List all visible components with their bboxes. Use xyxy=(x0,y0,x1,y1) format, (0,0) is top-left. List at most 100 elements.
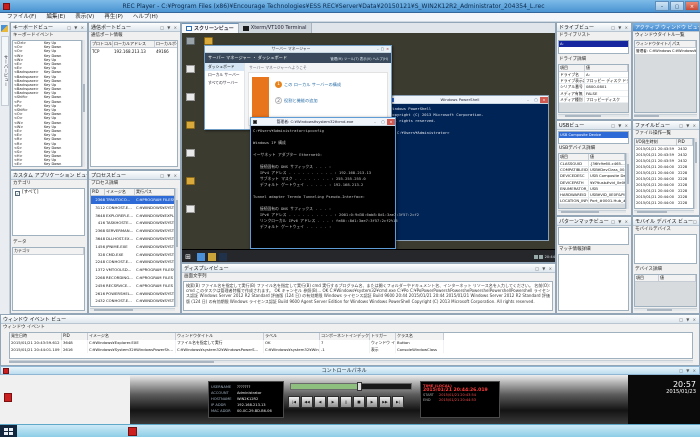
close-button[interactable]: × xyxy=(386,47,391,51)
comm-port-table[interactable]: プロトコル ローカルアドレス ローカルポート TCP192.168.213.13… xyxy=(90,40,178,167)
desktop-icon-recycle-bin[interactable] xyxy=(186,37,195,45)
scrollbar[interactable] xyxy=(634,308,697,311)
process-row[interactable]: 1372VMTOOLSD...C:¥PROGRAM FILES¥VM... xyxy=(91,266,174,274)
process-row[interactable]: 2432CONHOST.E...C:¥WINDOWS¥SYSTEM3... xyxy=(91,297,174,305)
pattern-detail-box[interactable] xyxy=(558,254,629,311)
usb-device-item[interactable]: USB Composite Device xyxy=(559,132,628,138)
column-header[interactable]: I/O発生時刻 xyxy=(635,139,677,145)
property-row[interactable]: メディア種別フロッピーディスク xyxy=(559,97,628,103)
panel-control-buttons[interactable]: □ ▼ × xyxy=(679,368,697,373)
quick-link[interactable]: 1この ローカル サーバーの構成 xyxy=(275,81,341,88)
scrollbar[interactable] xyxy=(634,114,697,117)
file-operation-table[interactable]: I/O発生時刻 PID 2015/01/21 20:43:5924322015/… xyxy=(634,138,694,209)
scrollbar[interactable] xyxy=(82,40,85,167)
process-table[interactable]: PID イメージ名 実行パス 2368TPAUTOCO...C:¥PROGRAM… xyxy=(90,188,175,307)
minimize-button[interactable]: – xyxy=(371,119,379,125)
file-operation-row[interactable]: 2015/01/21 20:44:002228 xyxy=(635,200,693,206)
column-header[interactable]: イメージ名 xyxy=(88,333,176,340)
column-header[interactable]: ローカルアドレス xyxy=(113,41,155,47)
collapsed-panel-tab[interactable]: サーバービュー xyxy=(1,36,9,106)
pattern-list[interactable] xyxy=(558,227,629,245)
playback-button[interactable]: ◀◀ xyxy=(301,396,313,408)
comm-port-row[interactable]: TCP192.168.213.1349166 xyxy=(91,48,177,55)
keyboard-event-list[interactable]: <Ctrl>Key Up<O>Key Down<O>Key Up<W>Key D… xyxy=(12,40,82,167)
rec-player-taskbar-icon[interactable] xyxy=(128,427,137,436)
checkbox-checked-icon[interactable]: ✓ xyxy=(15,191,20,196)
tab-screen-view[interactable]: スクリーンビュー xyxy=(182,23,239,33)
column-header[interactable]: ローカルポート xyxy=(155,41,178,47)
usb-detail-table[interactable]: 項目 値 CLASSGUID{36fc9e60-c465-...COMPATIB… xyxy=(558,153,626,209)
process-row[interactable]: 3648DLLHOST.EX...C:¥WINDOWS¥SYSTEM3... xyxy=(91,235,174,243)
active-window-table[interactable]: ウィンドウタイトル パス 管理者: C:¥Windows¥syst...C:¥W… xyxy=(634,40,697,113)
desktop-icon-file[interactable] xyxy=(186,149,195,157)
column-header[interactable]: 値 xyxy=(659,275,696,281)
menu-item[interactable]: ヘルプ(H) xyxy=(128,13,163,22)
column-header[interactable]: 実行パス xyxy=(135,189,175,195)
scrollbar[interactable] xyxy=(558,210,626,213)
seek-slider[interactable] xyxy=(290,383,412,390)
drive-list-item[interactable]: A: xyxy=(559,41,628,47)
playback-button[interactable]: || xyxy=(340,396,352,408)
column-header[interactable]: 項目 xyxy=(559,154,589,160)
scrollbar[interactable] xyxy=(175,188,178,307)
process-row[interactable]: 2268RECORDING...C:¥PROGRAM FILES (X8... xyxy=(91,274,174,282)
column-header[interactable]: 項目 xyxy=(559,65,585,71)
active-window-row[interactable]: 管理者: C:¥Windows¥syst...C:¥Windows¥s... xyxy=(635,48,696,54)
column-header[interactable]: コンポーネントインデックス xyxy=(320,333,370,340)
scrollbar[interactable] xyxy=(694,138,697,209)
panel-control-buttons[interactable]: □ ▼ × xyxy=(160,173,178,178)
tab-xterm-terminal[interactable]: Xterm/VT100 Terminal xyxy=(239,23,312,33)
desktop-icon-folder[interactable] xyxy=(204,37,213,45)
drive-list[interactable]: A: xyxy=(558,40,629,54)
mobile-device-list[interactable] xyxy=(634,234,697,264)
maximize-button[interactable]: ▢ xyxy=(532,97,540,103)
minimize-button[interactable]: – xyxy=(524,97,532,103)
panel-control-buttons[interactable]: □ ▼ × xyxy=(679,317,697,322)
process-row[interactable]: 3648EXPLORER.E...C:¥WINDOWS¥EXPLOR... xyxy=(91,212,174,220)
panel-control-buttons[interactable]: □ ▼ × xyxy=(160,25,178,30)
menu-item[interactable]: ファイル(F) xyxy=(2,13,41,22)
playback-button[interactable]: ▶ xyxy=(366,396,378,408)
scrollbar[interactable] xyxy=(558,114,629,117)
tray-icon[interactable] xyxy=(539,255,543,259)
playback-button[interactable]: ◀ xyxy=(314,396,326,408)
powershell-window[interactable]: Windows PowerShell – ▢ × Windows PowerSh… xyxy=(387,95,549,241)
column-header[interactable]: カテゴリ xyxy=(13,248,84,254)
category-list[interactable]: ✓ [すべて] xyxy=(12,188,85,236)
column-header[interactable]: 値 xyxy=(589,154,625,160)
column-header[interactable]: プロトコル xyxy=(91,41,113,47)
scrollbar[interactable] xyxy=(9,360,693,363)
column-header[interactable]: ウィンドウタイトル xyxy=(635,41,671,47)
playback-button[interactable]: ▶▶ xyxy=(379,396,391,408)
column-header[interactable]: ラベル xyxy=(264,333,320,340)
sidebar-item[interactable]: すべてのサーバー xyxy=(205,79,244,87)
category-item[interactable]: ✓ [すべて] xyxy=(13,189,84,197)
start-button[interactable] xyxy=(0,425,17,437)
menu-item[interactable]: 編集(E) xyxy=(41,13,70,22)
process-row[interactable]: 328CMD.EXEC:¥WINDOWS¥SYSTEM3... xyxy=(91,251,174,259)
column-header[interactable]: 値 xyxy=(585,65,628,71)
sidebar-item[interactable]: ダッシュボード xyxy=(205,63,244,71)
desktop-icon-folder[interactable] xyxy=(186,177,195,185)
desktop-icon-file[interactable] xyxy=(186,93,195,101)
server-manager-menu[interactable]: 管理(M) ツール(T) 表示(V) ヘルプ(H) xyxy=(330,56,388,61)
scrollbar[interactable] xyxy=(634,210,694,213)
tray-icon[interactable] xyxy=(534,255,538,259)
close-button[interactable]: × xyxy=(387,119,395,125)
desktop-icon-folder[interactable] xyxy=(186,121,195,129)
process-row[interactable]: 416TASKHOSTE...C:¥WINDOWS¥SYSTEM3... xyxy=(91,219,174,227)
minimize-button[interactable]: – xyxy=(655,1,669,11)
playback-button[interactable]: ▶| xyxy=(392,396,404,408)
window-event-row[interactable]: 2015/01/21 20:44:01.1092616C:¥Windows¥Sy… xyxy=(10,347,692,354)
column-header[interactable]: クラス名 xyxy=(396,333,444,340)
sidebar-item[interactable]: ローカル サーバー xyxy=(205,71,244,79)
process-row[interactable]: 2456RECSRVICE...C:¥PROGRAM FILES (X8... xyxy=(91,282,174,290)
seek-handle[interactable] xyxy=(357,382,362,391)
column-header[interactable]: パス xyxy=(671,41,696,47)
window-event-row[interactable]: 2015/01/21 20:43:59.6123648C:¥Windows¥Ex… xyxy=(10,340,692,347)
process-row[interactable]: 3112CONHOST.E...C:¥WINDOWS¥SYSTEM3... xyxy=(91,204,174,212)
column-header[interactable]: イメージ名 xyxy=(105,189,135,195)
remote-taskbar-app-icon[interactable] xyxy=(219,253,227,261)
screen-text-box[interactable]: 検索(B) ファイル名を指定して実行(B) ファイル名を指定して実行(B) cm… xyxy=(183,281,553,311)
panel-control-buttons[interactable]: □ ▼ × xyxy=(693,219,699,224)
